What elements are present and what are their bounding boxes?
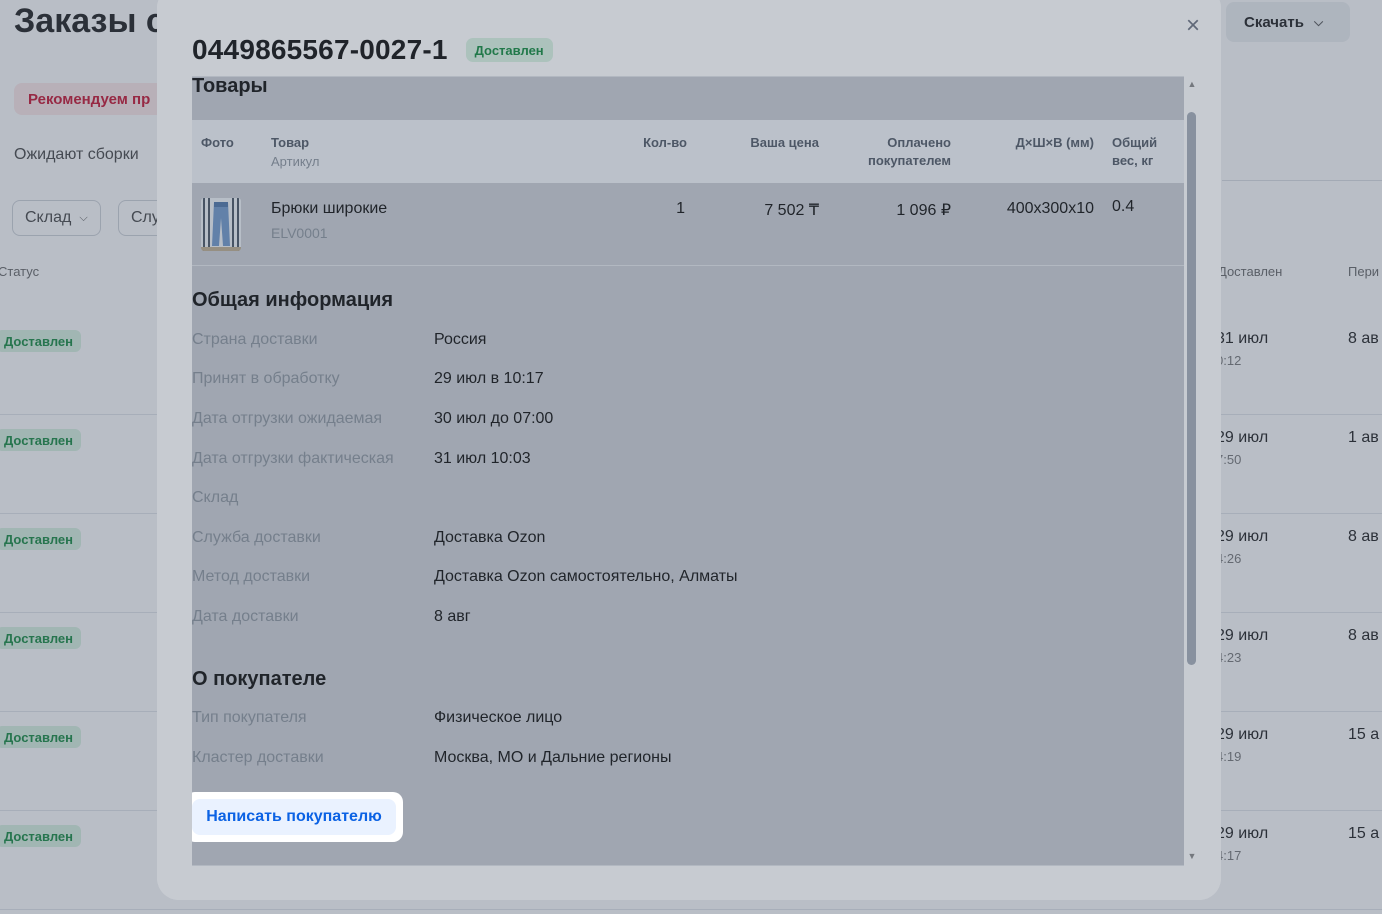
- info-label: Служба доставки: [192, 529, 321, 546]
- info-value: Москва, МО и Дальние регионы: [434, 749, 672, 766]
- info-label: Метод доставки: [192, 568, 311, 585]
- column-paid-line2: покупателем: [868, 153, 951, 168]
- info-row: Склад: [192, 489, 1184, 513]
- column-dims: Д×Ш×В (мм): [1015, 135, 1094, 150]
- scroll-up-icon[interactable]: ▲: [1186, 78, 1198, 90]
- order-details-modal: × 0449865567-0027-1 Доставлен Товары Фот…: [157, 0, 1221, 900]
- info-row: Принят в обработку 29 июл в 10:17: [192, 370, 1184, 394]
- modal-scrollbar[interactable]: ▲ ▼: [1186, 78, 1198, 864]
- product-photo[interactable]: [201, 198, 241, 251]
- order-number: 0449865567-0027-1: [192, 34, 448, 65]
- general-section-title: Общая информация: [192, 289, 394, 311]
- table-row[interactable]: Брюки широкие ELV0001 1 7 502 ₸ 1 096 ₽ …: [192, 183, 1184, 266]
- product-weight: 0.4: [1112, 198, 1135, 215]
- info-value: 29 июл в 10:17: [434, 370, 544, 387]
- column-product-sku: Артикул: [271, 154, 320, 169]
- column-product: Товар: [271, 135, 310, 150]
- modal-content: Товары Фото Товар Артикул Кол-во Ваша це…: [192, 77, 1184, 865]
- info-row: Служба доставки Доставка Ozon: [192, 529, 1184, 553]
- info-label: Принят в обработку: [192, 370, 340, 387]
- product-dims: 400x300x10: [1006, 200, 1094, 217]
- status-badge: Доставлен: [465, 38, 553, 62]
- column-weight-line2: вес, кг: [1112, 153, 1154, 168]
- product-name[interactable]: Брюки широкие: [271, 200, 387, 218]
- info-row: Дата отгрузки фактическая 31 июл 10:03: [192, 450, 1184, 474]
- info-label: Тип покупателя: [192, 709, 307, 726]
- info-value: Доставка Ozon самостоятельно, Алматы: [434, 568, 738, 585]
- column-weight: Общий: [1112, 135, 1158, 150]
- column-photo: Фото: [201, 135, 234, 150]
- write-buyer-highlight: Написать покупателю: [192, 792, 403, 842]
- info-row: Дата доставки 8 авг: [192, 608, 1184, 632]
- info-value: 31 июл 10:03: [434, 450, 531, 467]
- info-label: Кластер доставки: [192, 749, 324, 766]
- info-row: Метод доставки Доставка Ozon самостоятел…: [192, 568, 1184, 592]
- info-row: Кластер доставки Москва, МО и Дальние ре…: [192, 749, 1184, 773]
- info-label: Дата отгрузки ожидаемая: [192, 410, 383, 427]
- info-value: Доставка Ozon: [434, 529, 546, 546]
- info-value: 8 авг: [434, 608, 471, 625]
- products-section-title: Товары: [192, 77, 268, 97]
- info-row: Страна доставки Россия: [192, 331, 1184, 355]
- info-label: Склад: [192, 489, 239, 506]
- product-paid: 1 096 ₽: [896, 202, 951, 219]
- close-icon[interactable]: ×: [1181, 12, 1205, 39]
- write-to-buyer-button[interactable]: Написать покупателю: [192, 799, 396, 835]
- buyer-section-title: О покупателе: [192, 668, 327, 690]
- modal-header: 0449865567-0027-1 Доставлен: [192, 34, 553, 66]
- product-qty: 1: [676, 200, 685, 217]
- scroll-down-icon[interactable]: ▼: [1186, 850, 1198, 862]
- info-value: Россия: [434, 331, 487, 348]
- info-row: Дата отгрузки ожидаемая 30 июл до 07:00: [192, 410, 1184, 434]
- info-label: Дата доставки: [192, 608, 299, 625]
- product-sku: ELV0001: [271, 225, 328, 241]
- footer-divider: [192, 865, 1184, 866]
- column-qty: Кол-во: [643, 135, 687, 150]
- scrollbar-thumb[interactable]: [1187, 112, 1196, 665]
- product-price: 7 502 ₸: [764, 202, 819, 219]
- info-label: Страна доставки: [192, 331, 318, 348]
- info-label: Дата отгрузки фактическая: [192, 450, 394, 467]
- info-value: 30 июл до 07:00: [434, 410, 554, 427]
- info-row: Тип покупателя Физическое лицо: [192, 709, 1184, 733]
- column-price: Ваша цена: [750, 135, 819, 150]
- products-table-header: Фото Товар Артикул Кол-во Ваша цена Опла…: [192, 120, 1184, 183]
- info-value: Физическое лицо: [434, 709, 563, 726]
- column-paid: Оплачено: [887, 135, 951, 150]
